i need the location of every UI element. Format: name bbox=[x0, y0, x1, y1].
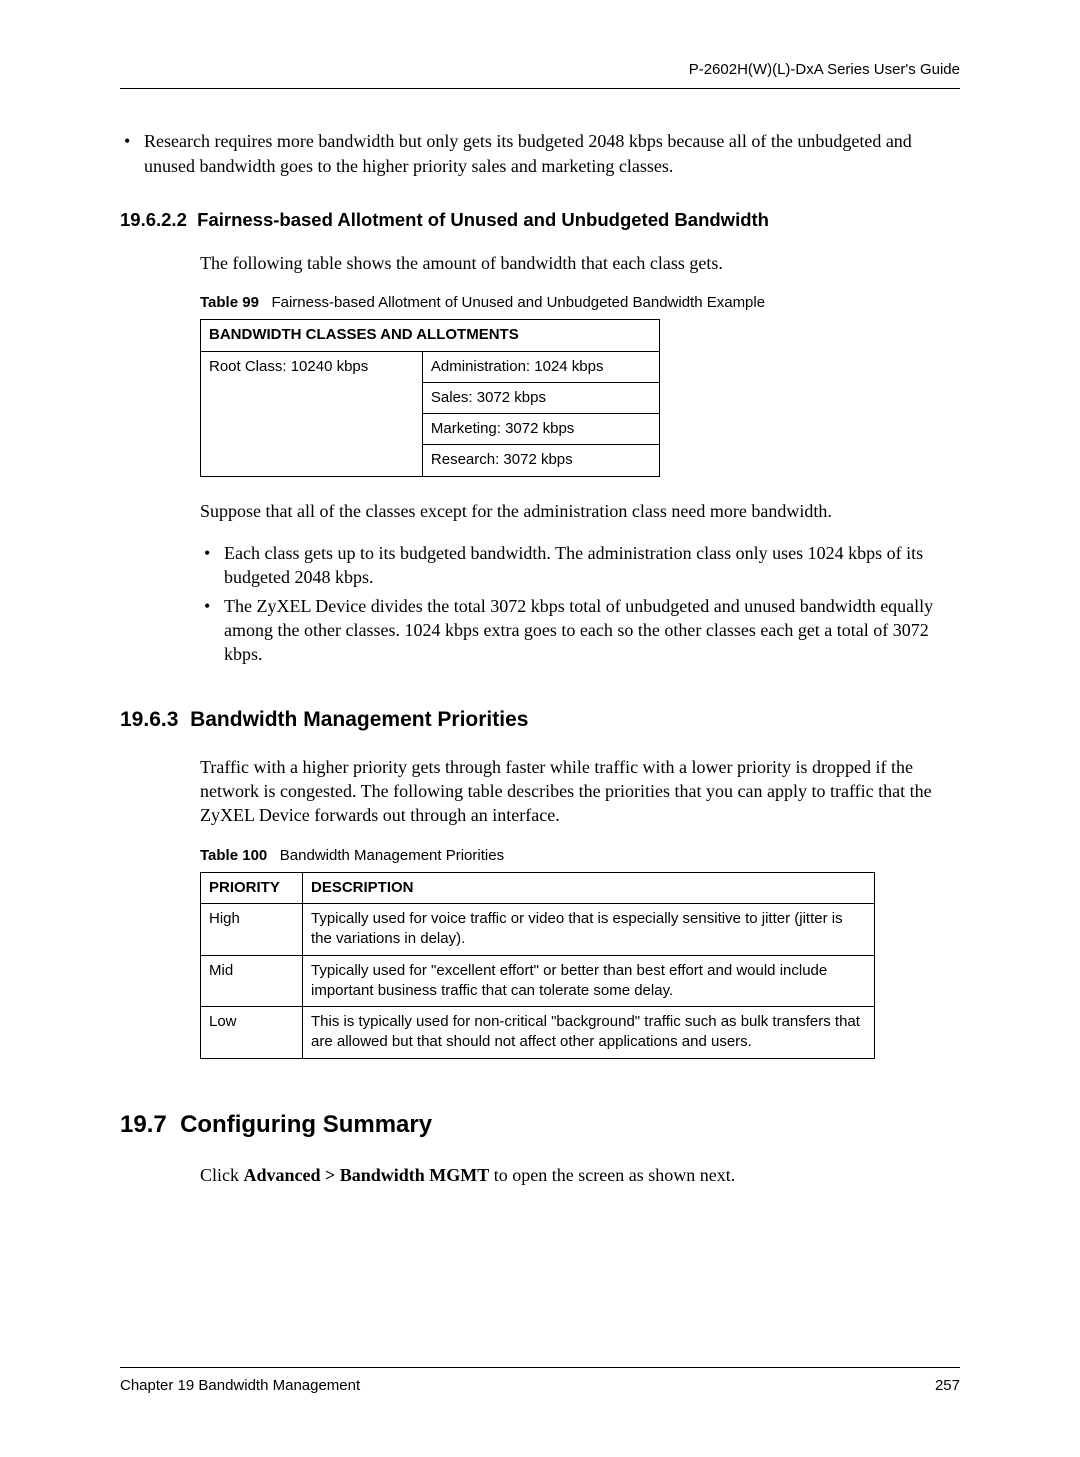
heading-number: 19.7 bbox=[120, 1111, 167, 1138]
priority-header: PRIORITY bbox=[201, 872, 303, 903]
alloc-cell: Sales: 3072 kbps bbox=[422, 382, 659, 413]
footer-page-number: 257 bbox=[935, 1376, 960, 1396]
list-item: The ZyXEL Device divides the total 3072 … bbox=[200, 594, 950, 667]
table-row: High Typically used for voice traffic or… bbox=[201, 904, 875, 956]
footer-chapter: Chapter 19 Bandwidth Management bbox=[120, 1376, 360, 1396]
table-100-caption: Table 100 Bandwidth Management Prioritie… bbox=[200, 846, 950, 866]
priority-cell: Mid bbox=[201, 955, 303, 1007]
heading-title: Bandwidth Management Priorities bbox=[190, 708, 528, 731]
intro-bullet-list: Research requires more bandwidth but onl… bbox=[120, 129, 960, 178]
heading-title: Fairness-based Allotment of Unused and U… bbox=[197, 209, 769, 230]
guide-title: P-2602H(W)(L)-DxA Series User's Guide bbox=[689, 61, 960, 78]
intro-bullet: Research requires more bandwidth but onl… bbox=[120, 129, 960, 178]
table-row: Low This is typically used for non-criti… bbox=[201, 1007, 875, 1059]
table-99-title: Fairness-based Allotment of Unused and U… bbox=[271, 294, 765, 311]
configuring-summary-text: Click Advanced > Bandwidth MGMT to open … bbox=[200, 1163, 950, 1187]
heading-number: 19.6.3 bbox=[120, 708, 178, 731]
heading-19-7: 19.7 Configuring Summary bbox=[120, 1109, 960, 1141]
root-class-cell: Root Class: 10240 kbps bbox=[201, 351, 423, 476]
bandwidth-allotment-table: BANDWIDTH CLASSES AND ALLOTMENTS Root Cl… bbox=[200, 319, 660, 476]
fairness-bullets: Each class gets up to its budgeted bandw… bbox=[200, 541, 950, 666]
heading-title: Configuring Summary bbox=[180, 1111, 432, 1138]
table-row: Mid Typically used for "excellent effort… bbox=[201, 955, 875, 1007]
page-footer: Chapter 19 Bandwidth Management 257 bbox=[120, 1367, 960, 1396]
alloc-cell: Research: 3072 kbps bbox=[422, 445, 659, 476]
description-cell: Typically used for "excellent effort" or… bbox=[303, 955, 875, 1007]
table-row: PRIORITY DESCRIPTION bbox=[201, 872, 875, 903]
suppose-text: Suppose that all of the classes except f… bbox=[200, 499, 950, 523]
alloc-table-header: BANDWIDTH CLASSES AND ALLOTMENTS bbox=[201, 320, 660, 351]
table-100-label: Table 100 bbox=[200, 847, 267, 864]
list-item: Each class gets up to its budgeted bandw… bbox=[200, 541, 950, 590]
description-header: DESCRIPTION bbox=[303, 872, 875, 903]
alloc-cell: Administration: 1024 kbps bbox=[422, 351, 659, 382]
table-100-title: Bandwidth Management Priorities bbox=[280, 847, 504, 864]
description-cell: Typically used for voice traffic or vide… bbox=[303, 904, 875, 956]
page-header: P-2602H(W)(L)-DxA Series User's Guide bbox=[120, 60, 960, 89]
priority-cell: High bbox=[201, 904, 303, 956]
click-suffix: to open the screen as shown next. bbox=[489, 1165, 735, 1185]
sec-19-6-3-intro: Traffic with a higher priority gets thro… bbox=[200, 755, 950, 828]
description-cell: This is typically used for non-critical … bbox=[303, 1007, 875, 1059]
table-99-label: Table 99 bbox=[200, 294, 259, 311]
table-row: Root Class: 10240 kbps Administration: 1… bbox=[201, 351, 660, 382]
table-row: BANDWIDTH CLASSES AND ALLOTMENTS bbox=[201, 320, 660, 351]
click-prefix: Click bbox=[200, 1165, 244, 1185]
table-99-caption: Table 99 Fairness-based Allotment of Unu… bbox=[200, 293, 950, 313]
heading-19-6-2-2: 19.6.2.2 Fairness-based Allotment of Unu… bbox=[120, 208, 960, 233]
priority-cell: Low bbox=[201, 1007, 303, 1059]
sec-19-6-2-2-intro: The following table shows the amount of … bbox=[200, 251, 950, 275]
click-path: Advanced > Bandwidth MGMT bbox=[244, 1165, 490, 1185]
heading-number: 19.6.2.2 bbox=[120, 209, 187, 230]
heading-19-6-3: 19.6.3 Bandwidth Management Priorities bbox=[120, 706, 960, 734]
alloc-cell: Marketing: 3072 kbps bbox=[422, 414, 659, 445]
priority-table: PRIORITY DESCRIPTION High Typically used… bbox=[200, 872, 875, 1059]
